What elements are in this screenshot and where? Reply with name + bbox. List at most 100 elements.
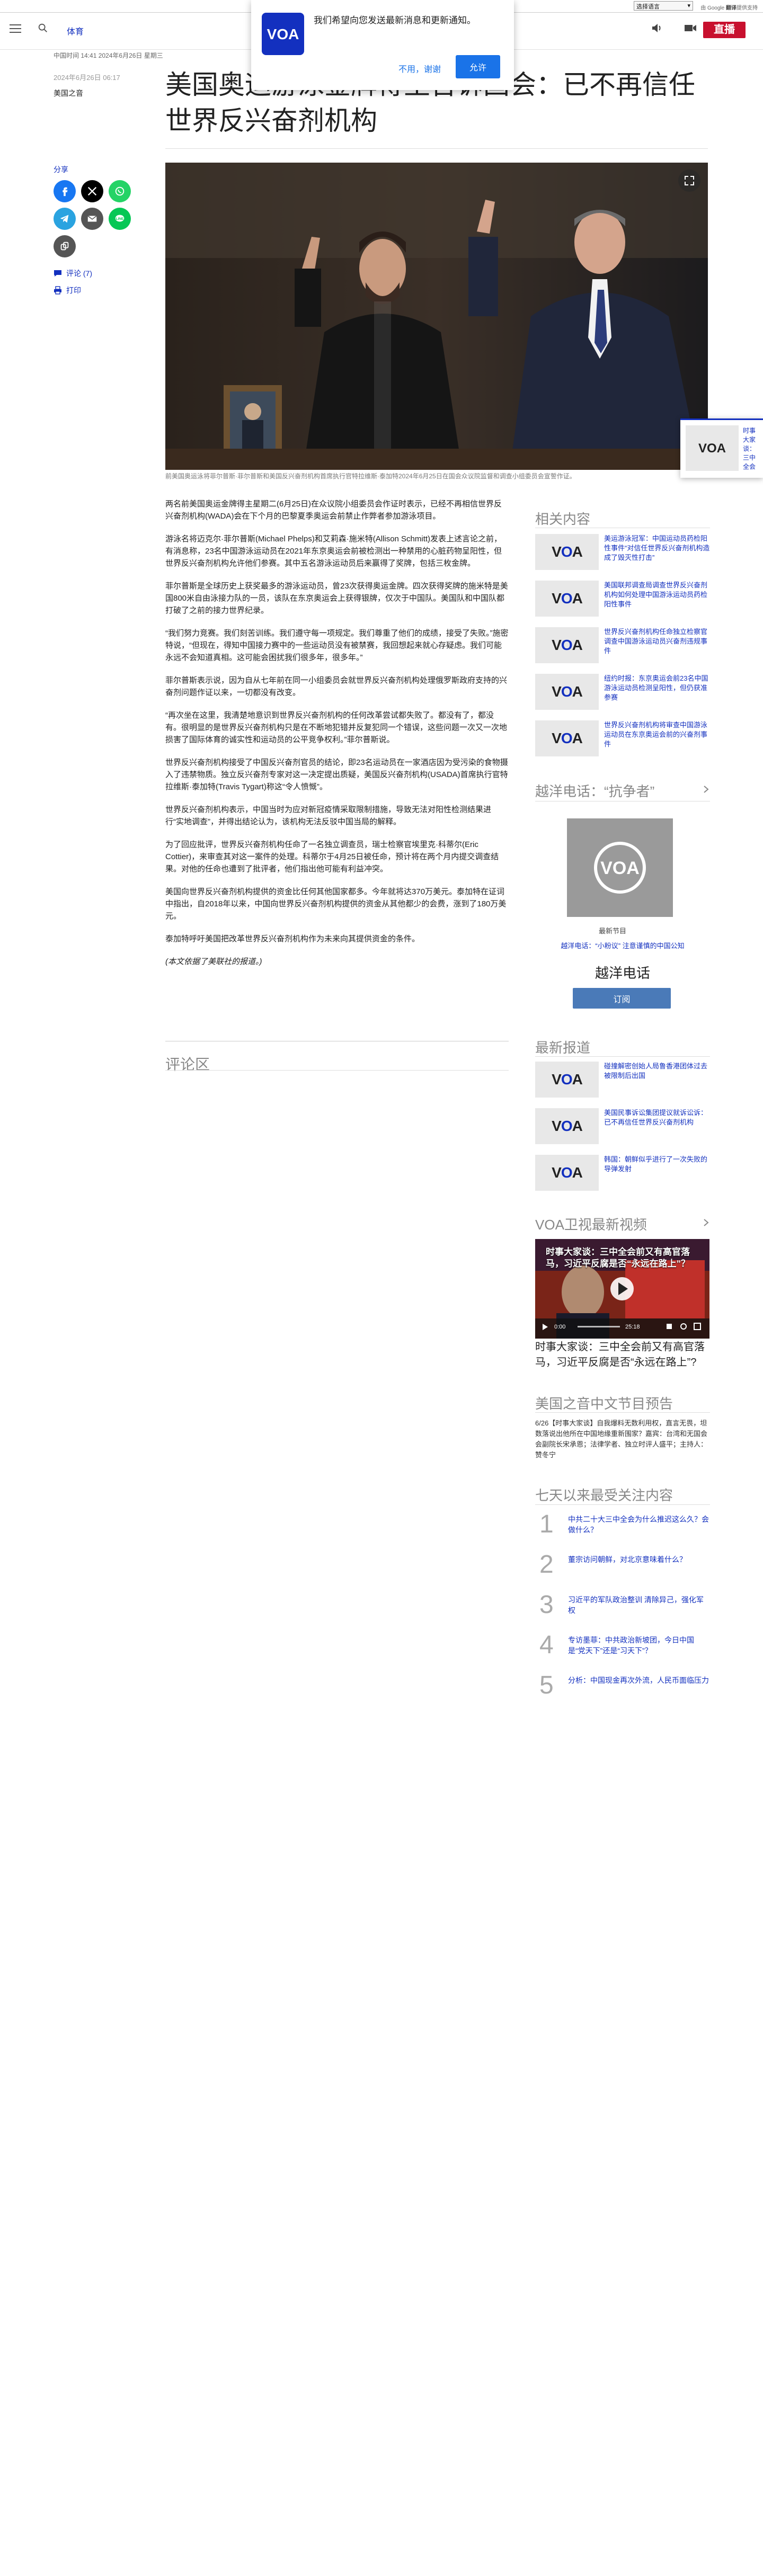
video-section-heading-label: VOA卫视最新视频 xyxy=(535,1217,647,1233)
podcast-name: 越洋电话 xyxy=(595,965,650,981)
related-item[interactable]: VOA 美国联邦调查局调查世界反兴奋剂机构如何处理中国游泳运动员药检阳性事件 xyxy=(535,581,710,617)
line-icon: LINE xyxy=(115,215,125,222)
facebook-share-button[interactable] xyxy=(54,180,76,202)
meta-date: 中国时间 14:41 2024年6月26日 星期三 xyxy=(54,52,163,59)
decline-button[interactable]: 不用，谢谢 xyxy=(393,57,446,80)
related-item[interactable]: VOA 纽约时报：东京奥运会前23名中国游泳运动员检测呈阳性，但仍获准参赛 xyxy=(535,674,710,710)
svg-text:VOA: VOA xyxy=(698,441,726,456)
copy-link-share-button[interactable] xyxy=(54,235,76,257)
popular-item[interactable]: 1 中共二十大三中全会为什么推迟这么久？会做什么？ xyxy=(535,1511,710,1543)
paragraph: “再次坐在这里，我清楚地意识到世界反兴奋剂机构的任何改革尝试都失败了。都没有了，… xyxy=(165,711,508,744)
telegram-icon xyxy=(60,215,69,223)
floating-card-title: 时事大家谈：三中全会前又有高官落马，习近平反腐是否 xyxy=(743,427,756,470)
voa-thumbnail: VOA xyxy=(535,1155,599,1191)
comments-link[interactable]: 评论 (7) xyxy=(54,268,92,279)
podcast-episode-link[interactable]: 越洋电话：“小粉议” 注意谨慎的中国公知 xyxy=(535,940,710,950)
title-divider xyxy=(165,148,708,149)
video-title[interactable]: 时事大家谈：三中全会前又有高官落马，习近平反腐是否“永远在路上”? xyxy=(535,1340,710,1370)
paragraph: 菲尔普斯是全球历史上获奖最多的游泳运动员，曾23次获得奥运金牌。四次获得奖牌的施… xyxy=(165,582,508,615)
paragraph: 泰加特呼吁美国把改革世界反兴奋剂机构作为未来向其提供资金的条件。 xyxy=(165,934,420,943)
section-link-sports[interactable]: 体育 xyxy=(67,24,84,37)
voa-thumbnail: VOA xyxy=(535,581,599,617)
x-icon xyxy=(87,186,97,196)
live-button[interactable]: 直播 xyxy=(703,22,746,38)
comments-heading: 评论区 xyxy=(165,1056,210,1073)
notification-text: 我们希望向您发送最新消息和更新通知。 xyxy=(314,15,476,25)
podcast-heading[interactable]: 越洋电话：“抗争者” xyxy=(535,781,709,800)
popular-item[interactable]: 3 习近平的军队政治整训 清除异己，强化军权 xyxy=(535,1591,710,1623)
video-icon[interactable] xyxy=(684,23,697,33)
provided-text: 提供支持 xyxy=(737,5,758,11)
hamburger-icon[interactable] xyxy=(10,24,21,33)
related-item[interactable]: VOA 世界反兴奋剂机构任命独立检察官调查中国游泳运动员兴奋剂违规事件 xyxy=(535,627,710,663)
paragraph: 为了回应批评，世界反兴奋剂机构任命了一名独立调查员，瑞士检察官埃里克·科蒂尔(E… xyxy=(165,840,499,873)
chevron-right-icon xyxy=(704,1219,709,1226)
latest-divider xyxy=(535,1056,710,1057)
voa-logo-icon: VOA xyxy=(594,842,646,894)
related-item-title: 美国联邦调查局调查世界反兴奋剂机构如何处理中国游泳运动员药检阳性事件 xyxy=(604,581,708,608)
facebook-icon xyxy=(63,187,68,197)
popular-item-title: 中共二十大三中全会为什么推迟这么久？会做什么？ xyxy=(568,1515,709,1534)
paragraph: 菲尔普斯表示说，因为自从七年前在同一小组委员会就世界反兴奋剂机构处理俄罗斯政府支… xyxy=(165,676,508,697)
popular-item[interactable]: 4 专访墨菲：中共政治新坡团，今日中国是“党天下”还是“习天下”？ xyxy=(535,1632,710,1663)
print-link[interactable]: 打印 xyxy=(54,285,81,296)
video-time-current: 0:00 xyxy=(554,1324,566,1330)
rank-number: 2 xyxy=(539,1550,554,1579)
comments-divider xyxy=(165,1070,509,1071)
paragraph: 世界反兴奋剂机构表示，中国当时为应对新冠疫情采取限制措施，导致无法对阳性检测结果… xyxy=(165,805,492,826)
svg-text:VOA: VOA xyxy=(267,26,299,42)
video-section-heading[interactable]: VOA卫视最新视频 xyxy=(535,1214,709,1234)
photo-caption: 前美国奥运泳将菲尔普斯·菲尔普斯和美国反兴奋剂机构首席执行官特拉维斯·泰加特20… xyxy=(165,473,576,480)
voa-thumbnail: VOA xyxy=(686,425,739,471)
powered-by-text: 由 Google xyxy=(700,5,725,11)
podcast-heading-label: 越洋电话：“抗争者” xyxy=(535,783,655,799)
popular-item[interactable]: 5 分析：中国现金再次外流，人民币面临压力 xyxy=(535,1672,710,1704)
source-note: (本文依据了美联社的报道。) xyxy=(165,957,262,966)
voa-logo: VOA xyxy=(262,13,304,55)
rank-number: 1 xyxy=(539,1510,554,1538)
whatsapp-share-button[interactable] xyxy=(109,180,131,202)
subscribe-button[interactable]: 订阅 xyxy=(573,988,671,1009)
rank-number: 4 xyxy=(539,1631,554,1659)
related-item[interactable]: VOA 世界反兴奋剂机构将审查中国游泳运动员在东京奥运会前的兴奋剂事件 xyxy=(535,720,710,756)
line-share-button[interactable]: LINE xyxy=(109,208,131,230)
popular-item-title: 习近平的军队政治整训 清除异己，强化军权 xyxy=(568,1595,704,1615)
floating-video-card[interactable]: VOA 时事大家谈：三中全会前又有高官落马，习近平反腐是否 xyxy=(680,418,763,478)
speaker-icon[interactable] xyxy=(651,23,664,33)
email-icon xyxy=(87,215,97,222)
telegram-share-button[interactable] xyxy=(54,208,76,230)
print-link-label: 打印 xyxy=(66,286,81,295)
expand-icon[interactable] xyxy=(678,170,700,192)
print-icon xyxy=(54,286,61,295)
latest-item[interactable]: VOA 美国民事诉讼集团提议就诉讼诉：已不再信任世界反兴奋剂机构 xyxy=(535,1108,710,1144)
article-body: 两名前美国奥运金牌得主星期二(6月25日)在众议院小组委员会作证时表示，已经不再… xyxy=(165,498,509,978)
rank-number: 3 xyxy=(539,1591,554,1619)
rank-number: 5 xyxy=(539,1671,554,1699)
related-item[interactable]: VOA 美运游泳冠军：中国运动员药检阳性事件“对信任世界反兴奋剂机构造成了毁灭性… xyxy=(535,534,710,570)
preview-description: 6/26【时事大家谈】自我爆料无数利用权，直言无畏，坦数落说出他所在中国地缘重新… xyxy=(535,1419,708,1459)
email-share-button[interactable] xyxy=(81,208,103,230)
popular-item[interactable]: 2 董宗访问朝鲜，对北京意味着什么？ xyxy=(535,1551,710,1583)
latest-item[interactable]: VOA 韩国：朝鲜似乎进行了一次失败的导弹发射 xyxy=(535,1155,710,1191)
translate-word[interactable]: 翻译 xyxy=(726,5,737,11)
search-icon[interactable] xyxy=(37,22,49,34)
author: 美国之音 xyxy=(54,89,83,97)
svg-text:LINE: LINE xyxy=(116,217,124,221)
whatsapp-icon xyxy=(115,186,125,196)
video-player[interactable]: 时事大家谈：三中全会前又有高官落马，习近平反腐是否“永远在路上”？ 0:00 2… xyxy=(535,1239,709,1339)
chevron-down-icon: ▾ xyxy=(687,3,690,9)
podcast-cover[interactable]: VOA xyxy=(567,818,673,917)
related-item-title: 纽约时报：东京奥运会前23名中国游泳运动员检测呈阳性，但仍获准参赛 xyxy=(604,674,708,701)
share-label: 分享 xyxy=(54,165,68,174)
voa-thumbnail: VOA xyxy=(535,720,599,756)
latest-item-title: 碰撞解密创始人局鲁香港团体过去被限制后出国 xyxy=(604,1062,708,1080)
related-item-title: 世界反兴奋剂机构将审查中国游泳运动员在东京奥运会前的兴奋剂事件 xyxy=(604,721,708,748)
voa-thumbnail: VOA xyxy=(535,627,599,663)
latest-item[interactable]: VOA 碰撞解密创始人局鲁香港团体过去被限制后出国 xyxy=(535,1062,710,1098)
allow-button[interactable]: 允许 xyxy=(456,55,500,78)
paragraph: “我们努力竞赛。我们刻苦训练。我们遵守每一项规定。我们尊重了他们的成绩，接受了失… xyxy=(165,629,509,662)
link-icon xyxy=(60,242,69,251)
x-share-button[interactable] xyxy=(81,180,103,202)
language-select[interactable]: 选择语言 ▾ xyxy=(634,1,693,11)
video-overlay-title: 时事大家谈：三中全会前又有高官落马，习近平反腐是否“永远在路上”？ xyxy=(546,1247,690,1269)
